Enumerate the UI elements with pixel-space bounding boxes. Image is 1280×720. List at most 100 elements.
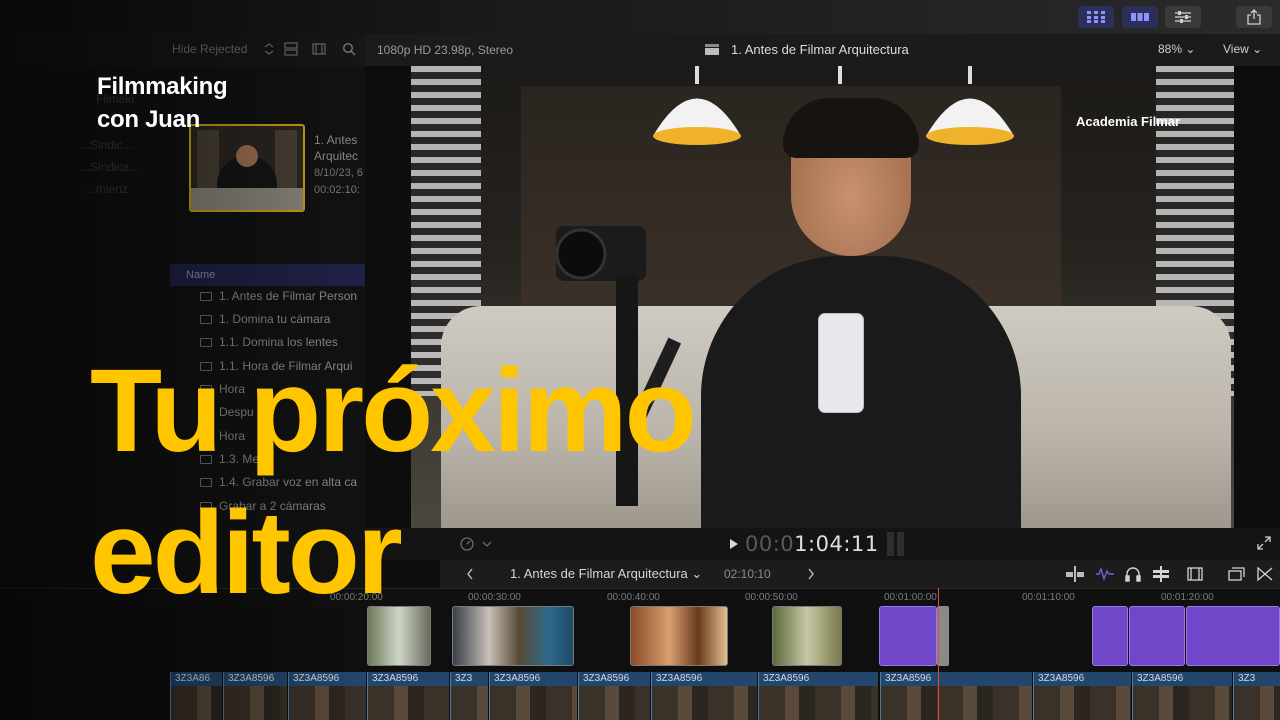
viewer-title: 1. Antes de Filmar Arquitectura: [731, 42, 909, 57]
share-icon: [1247, 9, 1261, 25]
view-menu[interactable]: View ⌄: [1223, 42, 1262, 56]
chevron-down-icon: ⌄: [1185, 42, 1196, 56]
primary-clip[interactable]: 3Z3A8596: [223, 672, 287, 720]
sliders-icon: [1175, 11, 1191, 23]
title-clip[interactable]: [879, 606, 937, 666]
forward-arrow-icon[interactable]: [807, 568, 815, 580]
back-arrow-icon[interactable]: [466, 568, 474, 580]
clip-filmstrip: [652, 686, 757, 720]
pendant-lamp: [926, 66, 1014, 145]
name-column-header[interactable]: Name: [170, 264, 365, 286]
clapper-icon: [200, 314, 212, 324]
broll-clip[interactable]: [452, 606, 574, 666]
chevron-down-icon: ⌄: [1252, 42, 1263, 56]
primary-clip[interactable]: 3Z3: [1233, 672, 1280, 720]
primary-clip[interactable]: 3Z3A8596: [651, 672, 757, 720]
ruler-tick-label: 00:01:00:00: [884, 592, 937, 603]
fullscreen-icon[interactable]: [1257, 536, 1271, 550]
ghost-library-item: ...Sindica...: [80, 160, 140, 174]
primary-clip[interactable]: 3Z3A8596: [367, 672, 449, 720]
playhead[interactable]: [938, 588, 939, 720]
zoom-dropdown[interactable]: 88% ⌄: [1158, 42, 1195, 56]
primary-clip[interactable]: 3Z3A86: [170, 672, 222, 720]
primary-clip[interactable]: 3Z3A8596: [288, 672, 366, 720]
filmstrip-icon[interactable]: [1186, 566, 1204, 582]
chevron-updown-icon[interactable]: [262, 42, 276, 56]
chevron-down-icon: ⌄: [691, 566, 703, 581]
clip-filmstrip: [171, 686, 222, 720]
browser-layout-button[interactable]: [1078, 6, 1114, 28]
viewer-header: 1080p HD 23.98p, Stereo 1. Antes de Film…: [365, 34, 1280, 66]
ruler-tick-label: 00:01:10:00: [1022, 592, 1075, 603]
selected-clip-duration: 00:02:10:: [314, 184, 360, 196]
timeline-project-dropdown[interactable]: 1. Antes de Filmar Arquitectura ⌄: [510, 566, 702, 582]
project-format: 1080p HD 23.98p, Stereo: [377, 43, 514, 57]
selected-clip-title: 1. Antes: [314, 133, 358, 147]
speed-control-icon[interactable]: [459, 536, 495, 552]
timecode-display: 00:01:04:11: [745, 532, 879, 556]
headphones-icon[interactable]: [1124, 566, 1142, 582]
title-clip[interactable]: [1092, 606, 1128, 666]
ghost-library-item: ...Sindic...: [80, 138, 133, 152]
clip-position-icon[interactable]: [1066, 566, 1084, 582]
clip-filmstrip: [289, 686, 366, 720]
clip-appearance-icon[interactable]: [284, 42, 298, 56]
grid-icon: [1087, 11, 1105, 23]
selected-clip-title-2: Arquitec: [314, 149, 359, 163]
primary-clip[interactable]: 3Z3A8596: [880, 672, 1032, 720]
clapper-icon: [200, 477, 212, 487]
person-hair: [783, 98, 919, 158]
clip-filmstrip: [759, 686, 878, 720]
timeline-icon: [1131, 13, 1149, 21]
broll-clip[interactable]: [630, 606, 728, 666]
play-icon[interactable]: [729, 538, 739, 550]
title-clip[interactable]: [1129, 606, 1185, 666]
timeline-duration: 02:10:10: [724, 567, 771, 581]
list-item[interactable]: 1. Domina tu cámara: [200, 312, 365, 326]
headline-line-2: editor: [90, 487, 403, 619]
transport-bar: 00:01:04:11: [365, 528, 1280, 560]
clip-filmstrip: [368, 686, 449, 720]
solo-icon[interactable]: [1152, 566, 1170, 582]
clip-filmstrip: [1133, 686, 1232, 720]
selected-clip-thumbnail[interactable]: [189, 124, 305, 212]
browser-header: Hide Rejected: [0, 34, 365, 66]
audio-skimming-icon[interactable]: [1096, 566, 1114, 582]
title-clip[interactable]: [1186, 606, 1280, 666]
clip-filmstrip: [881, 686, 1032, 720]
top-toolbar: [0, 0, 1280, 34]
clapper-icon: [200, 291, 212, 301]
primary-clip[interactable]: 3Z3A8596: [1033, 672, 1131, 720]
smartphone: [818, 313, 864, 413]
primary-clip[interactable]: 3Z3: [450, 672, 488, 720]
ruler-tick-label: 00:00:40:00: [607, 592, 660, 603]
timeline-layout-button[interactable]: [1122, 6, 1158, 28]
watermark-text: Academia Filmar: [1076, 114, 1181, 129]
effects-icon[interactable]: [1256, 566, 1274, 582]
filmstrip-icon[interactable]: [312, 42, 326, 56]
clip-appearance-icon[interactable]: [1228, 566, 1246, 582]
ghost-library-item: ...mienz: [86, 182, 129, 196]
primary-clip[interactable]: 3Z3A8596: [489, 672, 577, 720]
ruler-tick-label: 00:00:50:00: [745, 592, 798, 603]
clip-filmstrip: [490, 686, 577, 720]
list-item[interactable]: 1. Antes de Filmar Person: [200, 289, 365, 303]
primary-clip[interactable]: 3Z3A8596: [1132, 672, 1232, 720]
clip-filmstrip: [224, 686, 287, 720]
primary-clip[interactable]: 3Z3A8596: [758, 672, 878, 720]
clip-filmstrip: [1234, 686, 1280, 720]
filter-dropdown[interactable]: Hide Rejected: [172, 42, 247, 56]
share-button[interactable]: [1236, 6, 1272, 28]
timeline-tracks[interactable]: 3Z3A86 3Z3A8596 3Z3A8596 3Z3A8596 3Z3 3Z…: [0, 606, 1280, 720]
inspector-button[interactable]: [1165, 6, 1201, 28]
clapperboard-icon: [705, 44, 719, 55]
primary-clip[interactable]: 3Z3A8596: [578, 672, 650, 720]
search-icon[interactable]: [342, 42, 356, 56]
ruler-tick-label: 00:01:20:00: [1161, 592, 1214, 603]
broll-clip[interactable]: [772, 606, 842, 666]
timeline-header: 1. Antes de Filmar Arquitectura ⌄ 02:10:…: [440, 560, 1280, 588]
channel-brand: Filmmaking con Juan: [97, 73, 228, 133]
pendant-lamp: [653, 66, 741, 145]
clip-thumbnail-image: [191, 126, 303, 210]
clip-filmstrip: [579, 686, 650, 720]
